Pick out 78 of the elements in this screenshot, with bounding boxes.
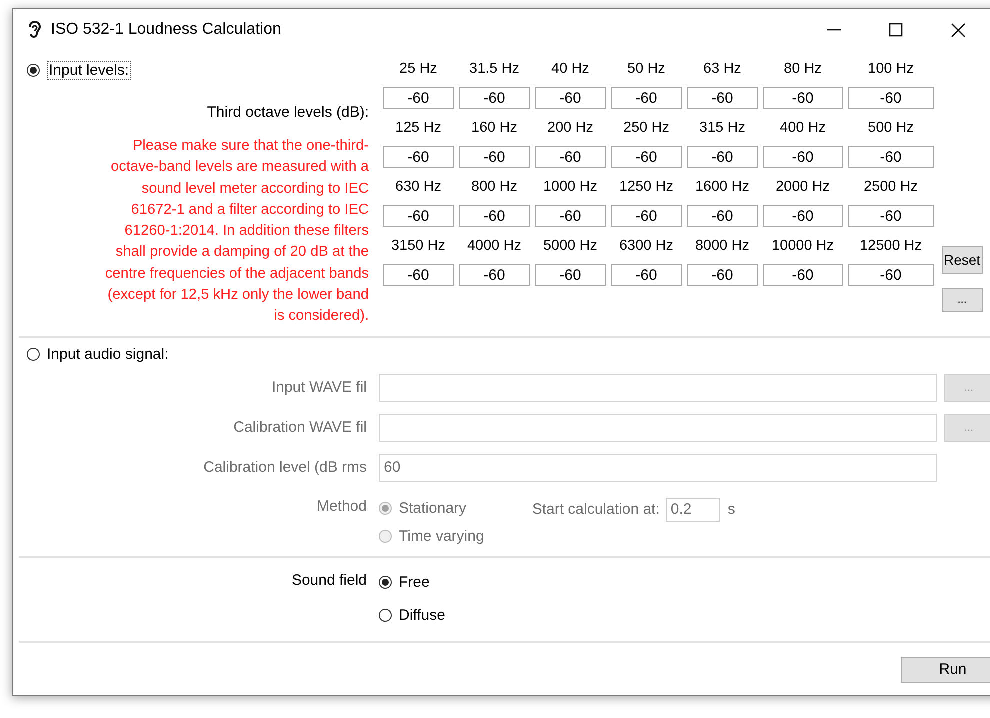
level-field[interactable]: -60 — [383, 264, 454, 286]
level-field[interactable]: -60 — [535, 264, 606, 286]
frequency-label: 63 Hz — [704, 60, 742, 79]
frequency-label: 8000 Hz — [695, 237, 750, 256]
level-field[interactable]: -60 — [611, 87, 682, 109]
window-title: ISO 532-1 Loudness Calculation — [51, 21, 282, 39]
field-label: Input WAVE fil — [270, 379, 367, 396]
frequency-label: 1600 Hz — [695, 178, 750, 197]
frequency-label: 2500 Hz — [864, 178, 918, 197]
level-field[interactable]: -60 — [611, 205, 682, 227]
level-field[interactable]: -60 — [848, 146, 934, 168]
ear-icon — [27, 20, 43, 40]
frequency-label: 315 Hz — [700, 119, 746, 138]
level-field[interactable]: -60 — [535, 205, 606, 227]
level-field[interactable]: -60 — [687, 264, 758, 286]
frequency-label: 630 Hz — [396, 178, 442, 197]
frequency-label: 160 Hz — [472, 119, 518, 138]
level-field[interactable]: -60 — [687, 87, 758, 109]
level-field[interactable]: -60 — [763, 146, 843, 168]
frequency-label: 31.5 Hz — [470, 60, 520, 79]
level-field[interactable]: -60 — [535, 146, 606, 168]
radio-button[interactable] — [379, 609, 392, 622]
frequency-label: 1250 Hz — [619, 178, 674, 197]
frequency-label: 6300 Hz — [619, 237, 674, 256]
frequency-label: 800 Hz — [472, 178, 518, 197]
frequency-label: 200 Hz — [548, 119, 594, 138]
maximize-icon — [889, 23, 903, 37]
unit-label: s — [728, 501, 736, 518]
radio-label[interactable]: Input levels: — [47, 60, 132, 80]
frequency-label: 12500 Hz — [860, 237, 922, 256]
frequency-label: 5000 Hz — [543, 237, 598, 256]
level-field[interactable]: -60 — [687, 146, 758, 168]
field-label: Start calculation at: — [532, 501, 660, 518]
close-icon — [950, 22, 966, 38]
level-field[interactable]: -60 — [848, 205, 934, 227]
warning-text: Please make sure that the one-third- octave-band levels are measured with a sound level meter according to IEC 61672-1 and a filter according to IEC 61260-1:2014. In addition these filters shall provide a damping of 20 dB at the centre frequencies of the adjacent bands (except for 12,5 kHz only the lower band is considered). — [105, 137, 369, 326]
frequency-label: 1000 Hz — [543, 178, 598, 197]
field-label: Calibration WAVE fil — [232, 419, 367, 436]
field-label: Calibration level (dB rms — [202, 459, 367, 476]
level-field[interactable]: -60 — [535, 87, 606, 109]
frequency-label: 25 Hz — [400, 60, 438, 79]
frequency-label: 40 Hz — [552, 60, 590, 79]
level-field[interactable]: -60 — [383, 146, 454, 168]
frequency-label: 80 Hz — [784, 60, 822, 79]
radio-label[interactable]: Free — [399, 574, 430, 592]
level-field[interactable]: -60 — [611, 264, 682, 286]
level-field[interactable]: -60 — [459, 264, 530, 286]
frequency-label: 50 Hz — [628, 60, 666, 79]
frequency-label: 4000 Hz — [467, 237, 522, 256]
field-label: Sound field — [290, 572, 367, 589]
field-label: Method — [316, 498, 367, 515]
level-field[interactable]: -60 — [848, 264, 934, 286]
frequency-label: 100 Hz — [868, 60, 914, 79]
level-field[interactable]: -60 — [687, 205, 758, 227]
frequency-label: 500 Hz — [868, 119, 914, 138]
level-field[interactable]: -60 — [383, 205, 454, 227]
frequency-label: 125 Hz — [396, 119, 442, 138]
reset-button[interactable]: Reset — [942, 246, 983, 274]
radio-button[interactable] — [27, 64, 40, 76]
radio-label[interactable]: Diffuse — [399, 607, 446, 624]
field-label: Third octave levels (dB): — [207, 103, 369, 123]
level-field[interactable]: -60 — [763, 205, 843, 227]
level-field[interactable]: -60 — [383, 87, 454, 109]
browse-button[interactable]: ... — [942, 288, 983, 312]
level-field[interactable]: -60 — [459, 87, 530, 109]
radio-button[interactable] — [379, 576, 392, 590]
frequency-label: 250 Hz — [624, 119, 670, 138]
frequency-label: 3150 Hz — [391, 237, 446, 256]
run-button[interactable]: Run — [901, 656, 990, 683]
frequency-label: 400 Hz — [780, 119, 826, 138]
level-field[interactable]: -60 — [763, 87, 843, 109]
frequency-label: 2000 Hz — [776, 178, 830, 197]
frequency-label: 10000 Hz — [772, 237, 834, 256]
level-field[interactable]: -60 — [459, 146, 530, 168]
level-field[interactable]: -60 — [459, 205, 530, 227]
level-field[interactable]: -60 — [848, 87, 934, 109]
level-field[interactable]: -60 — [763, 264, 843, 286]
level-field[interactable]: -60 — [611, 146, 682, 168]
